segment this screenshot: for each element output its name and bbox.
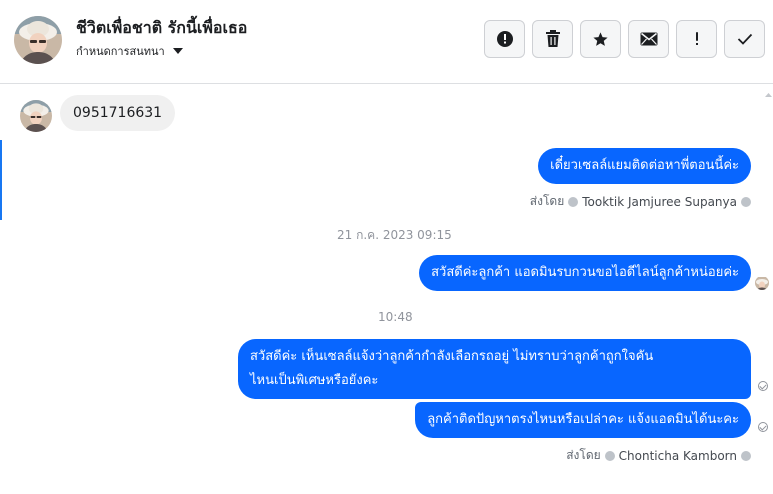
sent-by-info: ส่งโดย Tooktik Jamjuree Supanya	[530, 192, 751, 211]
outgoing-message[interactable]: ลูกค้าติดปัญหาตรงไหนหรือเปล่าคะ แจ้งแอดม…	[415, 402, 751, 438]
star-icon	[593, 31, 608, 46]
contact-avatar[interactable]	[14, 16, 62, 64]
selection-indicator	[0, 140, 2, 220]
sent-by-name: Chonticha Kamborn	[618, 448, 737, 463]
message-line: สวัสดีค่ะ เห็นเซลล์แจ้งว่าลูกค้ากำลังเลื…	[250, 349, 654, 364]
sent-by-label: ส่งโดย	[566, 448, 601, 462]
alert-circle-icon	[496, 31, 513, 47]
mark-done-button[interactable]	[724, 20, 765, 58]
mark-unread-button[interactable]	[628, 20, 669, 58]
message-line: ไหนเป็นพิเศษหรือยังคะ	[250, 373, 379, 388]
mark-spam-button[interactable]	[484, 20, 525, 58]
exclamation-icon	[695, 32, 698, 45]
agent-icon	[568, 196, 579, 207]
contact-name: ชีวิตเพื่อชาติ รักนี้เพื่อเธอ	[76, 18, 248, 37]
incoming-message[interactable]: 0951716631	[60, 95, 176, 131]
trash-icon	[545, 30, 560, 47]
outgoing-message[interactable]: สวัสดีค่ะลูกค้า แอดมินรบกวนขอไอดีไลน์ลูก…	[419, 255, 751, 291]
delivered-check-icon	[758, 381, 768, 391]
seen-by-avatar	[755, 276, 769, 290]
caret-down-icon	[172, 48, 183, 54]
sent-by-info: ส่งโดย Chonticha Kamborn	[566, 446, 751, 465]
timestamp: 10:48	[378, 310, 413, 324]
star-button[interactable]	[580, 20, 621, 58]
sent-by-name: Tooktik Jamjuree Supanya	[582, 194, 737, 209]
conversation-settings-dropdown[interactable]: กำหนดการสนทนา	[76, 42, 183, 60]
delivered-check-icon	[758, 422, 768, 432]
conversation-settings-label: กำหนดการสนทนา	[76, 45, 165, 58]
conversation-header: ชีวิตเพื่อชาติ รักนี้เพื่อเธอ กำหนดการสน…	[0, 0, 773, 84]
agent-icon	[604, 450, 615, 461]
sent-by-label: ส่งโดย	[529, 194, 565, 208]
delete-button[interactable]	[532, 20, 573, 58]
info-icon[interactable]	[741, 450, 751, 461]
timestamp: 21 ก.ค. 2023 09:15	[337, 228, 452, 242]
outgoing-message[interactable]: สวัสดีค่ะ เห็นเซลล์แจ้งว่าลูกค้ากำลังเลื…	[238, 339, 751, 399]
envelope-icon	[640, 32, 657, 46]
info-icon[interactable]	[741, 196, 751, 207]
header-actions	[484, 20, 765, 58]
sender-avatar[interactable]	[20, 100, 52, 132]
outgoing-message[interactable]: เดี๋ยวเซลล์แยมติดต่อหาพี่ตอนนี้ค่ะ	[538, 148, 751, 184]
scroll-up-arrow-icon[interactable]	[764, 84, 773, 97]
follow-up-button[interactable]	[676, 20, 717, 58]
check-icon	[737, 33, 752, 45]
